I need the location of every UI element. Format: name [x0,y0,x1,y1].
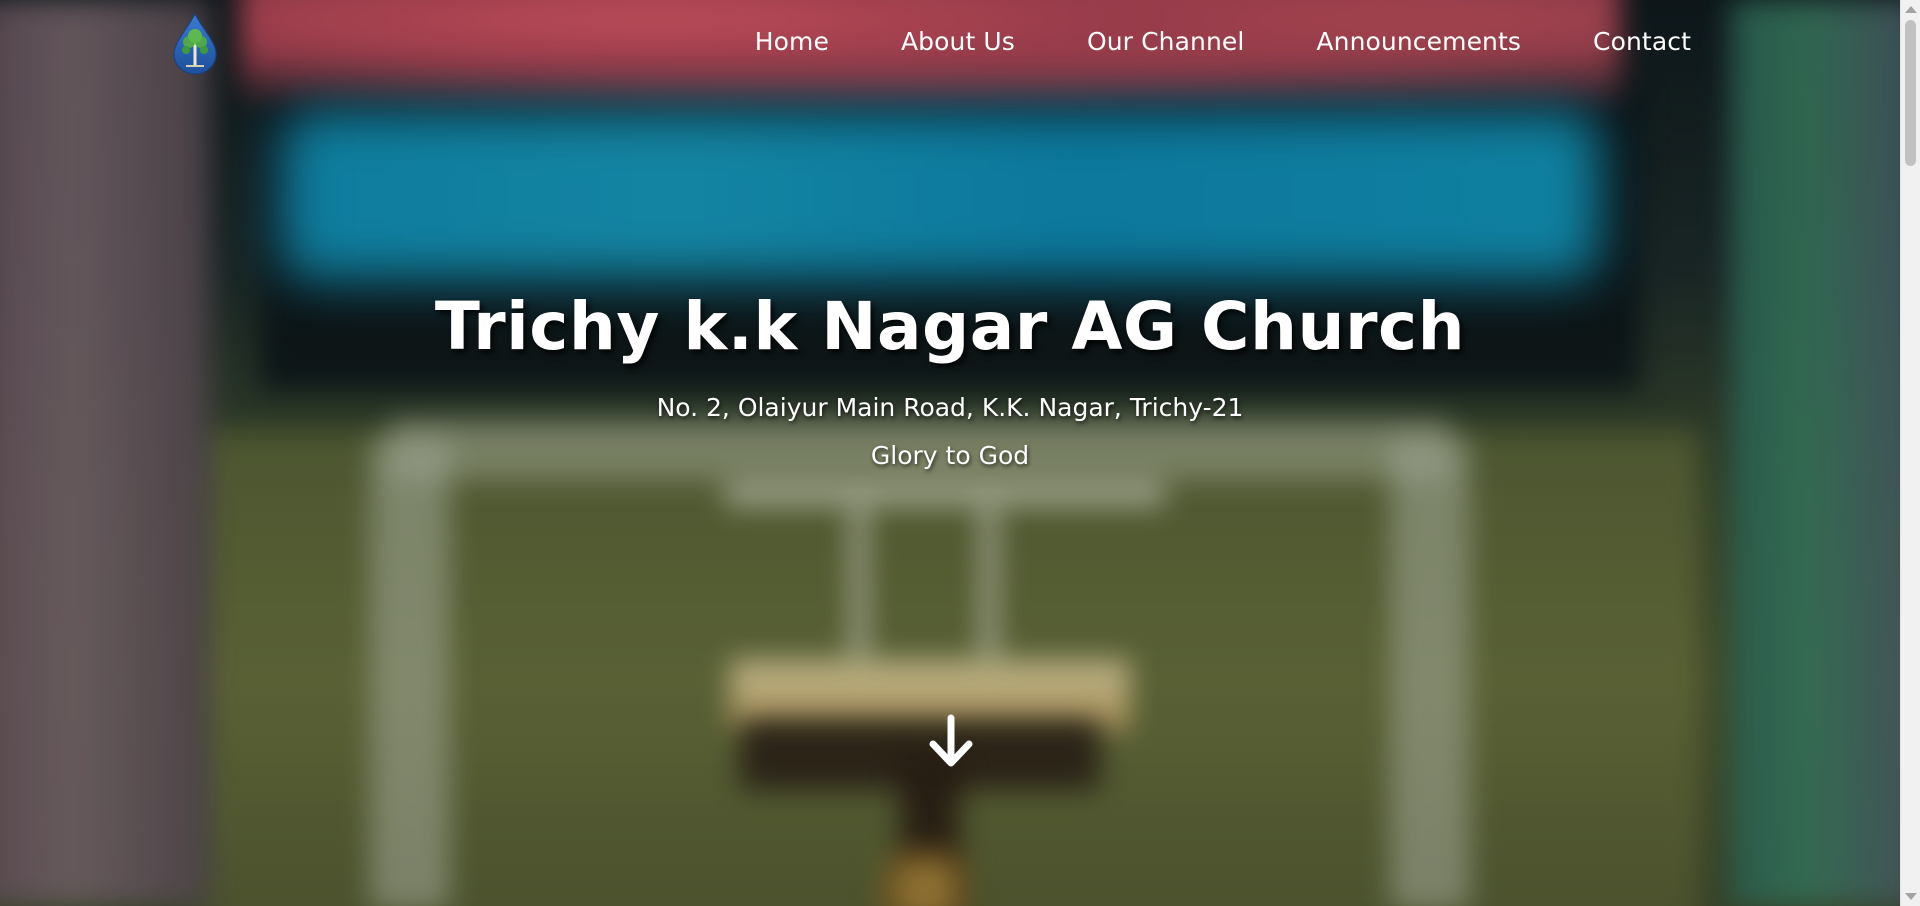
nav-our-channel-link[interactable]: Our Channel [1087,27,1244,56]
hero-address: No. 2, Olaiyur Main Road, K.K. Nagar, Tr… [656,393,1244,422]
page: Home About Us Our Channel Announcements … [0,0,1920,906]
hero-title: Trichy k.k Nagar AG Church [434,288,1466,365]
nav-about-us-link[interactable]: About Us [901,27,1015,56]
page-scrollbar[interactable] [1900,0,1920,906]
navbar: Home About Us Our Channel Announcements … [0,0,1900,90]
church-logo-icon[interactable] [172,12,218,76]
hero-tagline: Glory to God [870,441,1030,470]
scroll-down-arrow-icon[interactable] [926,714,976,770]
scroll-down-small-arrow-icon[interactable] [1905,893,1917,900]
scroll-up-arrow-icon[interactable] [1905,6,1917,13]
scrollbar-thumb[interactable] [1905,20,1916,166]
main-nav: Home About Us Our Channel Announcements … [683,27,1691,56]
nav-announcements-link[interactable]: Announcements [1316,27,1521,56]
nav-contact-link[interactable]: Contact [1593,27,1691,56]
nav-home-link[interactable]: Home [755,27,829,56]
